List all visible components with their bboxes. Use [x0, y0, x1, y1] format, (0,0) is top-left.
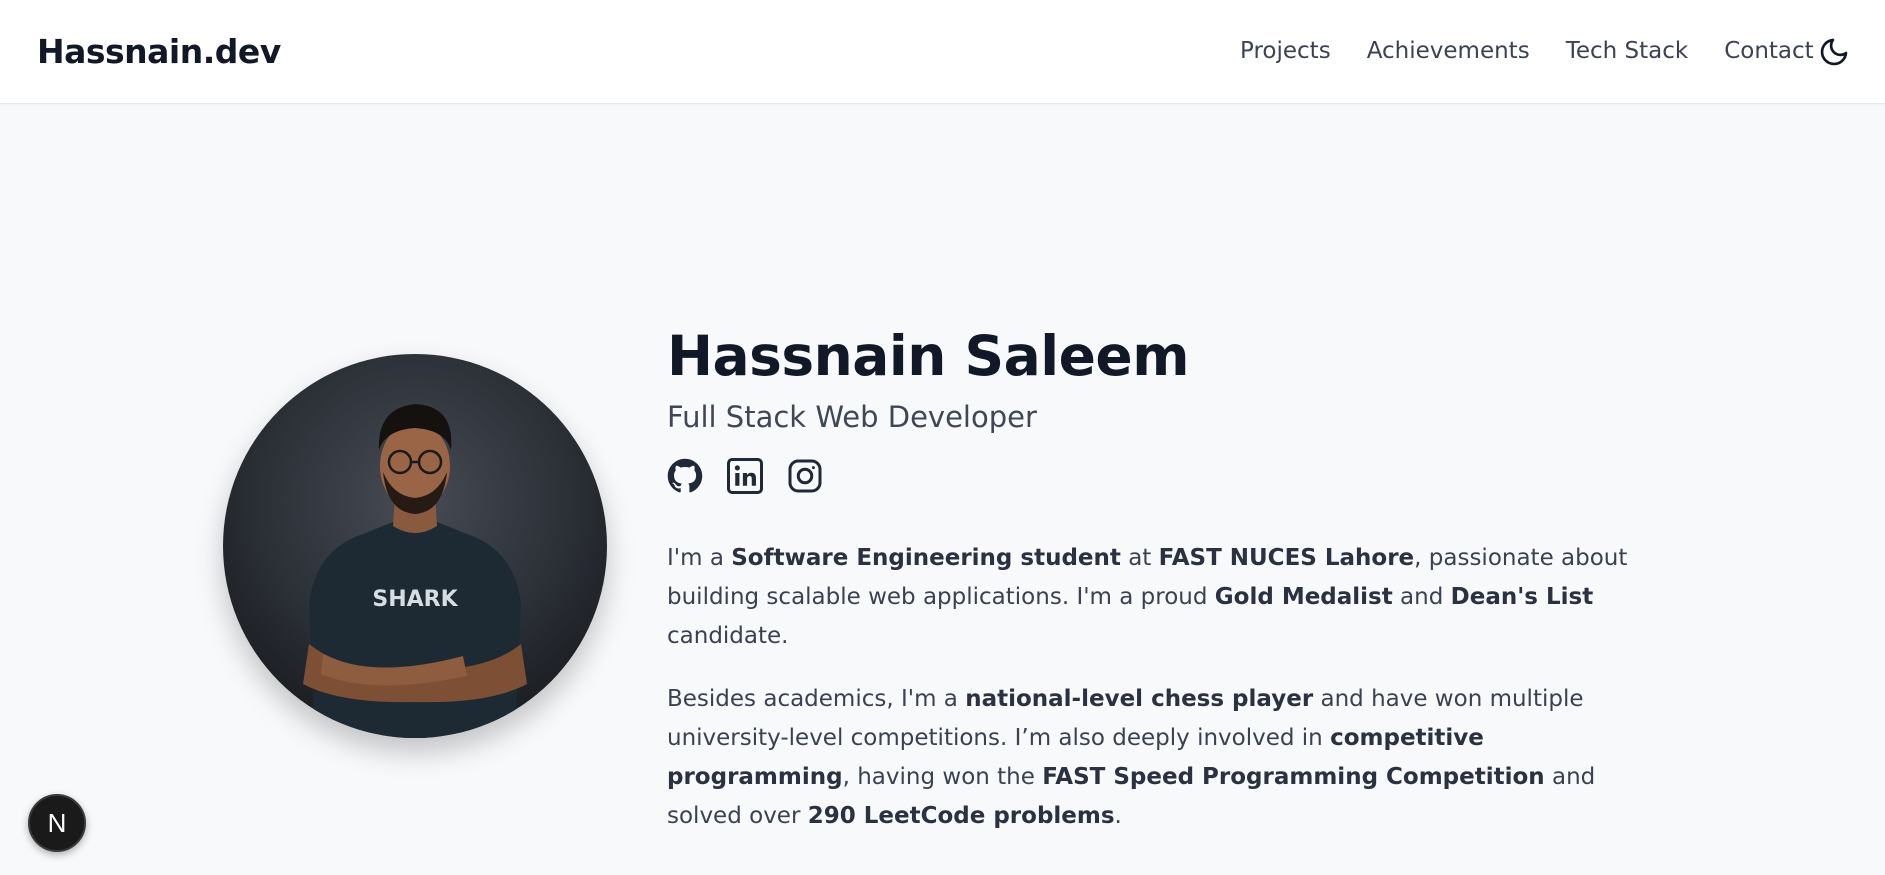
bio-text: , having won the — [842, 764, 1043, 791]
bio-paragraph-1: I'm a Software Engineering student at FA… — [667, 539, 1657, 656]
bio-highlight: national-level chess player — [965, 686, 1314, 713]
nav-link-tech-stack[interactable]: Tech Stack — [1566, 38, 1689, 64]
bio-text: and — [1392, 584, 1451, 611]
bio-highlight: FAST NUCES Lahore — [1158, 545, 1415, 572]
instagram-icon — [788, 459, 822, 493]
linkedin-link[interactable] — [727, 458, 763, 495]
nav-links: Projects Achievements Tech Stack Contact — [1240, 38, 1850, 64]
linkedin-icon — [727, 458, 763, 495]
bio-paragraph-2: Besides academics, I'm a national-level … — [667, 680, 1657, 836]
profile-info: Hassnain Saleem Full Stack Web Developer — [667, 324, 1657, 836]
nextjs-devtools-button[interactable]: N — [28, 794, 86, 852]
profile-photo: SHARK — [223, 354, 607, 738]
profile-name: Hassnain Saleem — [667, 324, 1190, 388]
bio-highlight: 290 LeetCode problems — [807, 803, 1115, 830]
bio-text: candidate. — [667, 623, 789, 650]
social-links — [667, 458, 1657, 495]
bio-text: Besides academics, I'm a — [667, 686, 966, 713]
profile-title: Full Stack Web Developer — [667, 399, 1037, 434]
hero-section: SHARK Hassnain Saleem Full Stack Web Dev… — [0, 104, 1885, 875]
bio-highlight: Dean's List — [1450, 584, 1594, 611]
moon-icon — [1820, 38, 1848, 66]
bio-highlight: Software Engineering student — [731, 545, 1121, 572]
bio-text: at — [1120, 545, 1159, 572]
nav-link-projects[interactable]: Projects — [1240, 38, 1331, 64]
github-link[interactable] — [667, 458, 703, 494]
bio-text: . — [1114, 803, 1122, 830]
brand-logo[interactable]: Hassnain.dev — [37, 32, 281, 71]
nav-link-achievements[interactable]: Achievements — [1367, 38, 1530, 64]
theme-toggle-button[interactable] — [1818, 36, 1850, 68]
github-icon — [667, 459, 703, 493]
bio-highlight: Gold Medalist — [1214, 584, 1393, 611]
navbar: Hassnain.dev Projects Achievements Tech … — [0, 0, 1885, 104]
instagram-link[interactable] — [787, 458, 823, 494]
avatar-shirt-text: SHARK — [372, 587, 458, 612]
bio-highlight: FAST Speed Programming Competition — [1042, 764, 1545, 791]
nav-link-contact[interactable]: Contact — [1724, 38, 1813, 64]
bio-text: I'm a — [667, 545, 732, 572]
